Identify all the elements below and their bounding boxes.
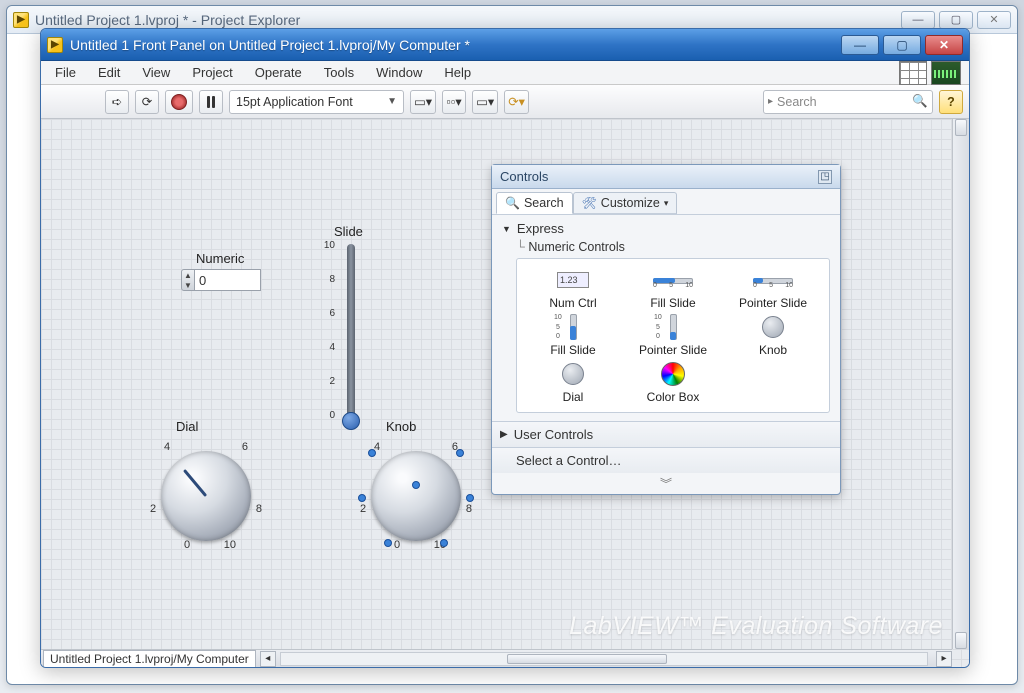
maximize-button[interactable]: ▢ <box>883 35 921 55</box>
minimize-button[interactable]: — <box>841 35 879 55</box>
palette-section-express[interactable]: ▼ Express <box>502 221 830 236</box>
selection-handle[interactable] <box>412 481 420 489</box>
slide-label: Slide <box>334 224 363 239</box>
knob-control[interactable]: 0 2 4 6 8 10 <box>346 439 486 549</box>
numeric-spinner[interactable]: ▲▼ <box>181 269 195 291</box>
palette-item-color-box[interactable]: Color Box <box>625 361 721 404</box>
connector-pane-icon[interactable] <box>899 61 927 85</box>
menu-tools[interactable]: Tools <box>314 63 364 82</box>
search-placeholder: Search <box>777 95 817 109</box>
palette-item-num-ctrl[interactable]: 1.23 Num Ctrl <box>525 267 621 310</box>
palette-item-dial[interactable]: Dial <box>525 361 621 404</box>
minimize-button[interactable]: — <box>901 11 935 29</box>
front-panel-title: Untitled 1 Front Panel on Untitled Proje… <box>70 37 834 53</box>
controls-palette[interactable]: Controls ◳ 🔍 Search 🛠 Customize ▾ ▼ Expr… <box>491 164 841 495</box>
close-button[interactable]: ✕ <box>925 35 963 55</box>
front-panel-titlebar: ▶ Untitled 1 Front Panel on Untitled Pro… <box>41 29 969 61</box>
search-icon: 🔍 <box>912 94 928 109</box>
selection-handle[interactable] <box>384 539 392 547</box>
numeric-value[interactable]: 0 <box>195 269 261 291</box>
numeric-control[interactable]: ▲▼ 0 <box>181 269 261 291</box>
align-objects-button[interactable]: ▭▾ <box>410 90 436 114</box>
maximize-button[interactable]: ▢ <box>939 11 973 29</box>
bottom-tab[interactable]: Untitled Project 1.lvproj/My Computer <box>43 650 256 668</box>
menu-view[interactable]: View <box>132 63 180 82</box>
front-panel-window: ▶ Untitled 1 Front Panel on Untitled Pro… <box>40 28 970 668</box>
labview-icon: ▶ <box>47 37 63 53</box>
distribute-objects-button[interactable]: ▫▫▾ <box>442 90 466 114</box>
close-button[interactable]: ✕ <box>977 11 1011 29</box>
selection-handle[interactable] <box>368 449 376 457</box>
palette-header[interactable]: Controls ◳ <box>492 165 840 189</box>
vertical-scrollbar[interactable] <box>952 119 969 649</box>
pause-button[interactable] <box>199 90 223 114</box>
watermark: LabVIEW™ Evaluation Software <box>569 612 943 641</box>
abort-button[interactable] <box>165 90 193 114</box>
palette-select-control[interactable]: Select a Control… <box>492 447 840 473</box>
slide-tick: 10 <box>321 240 335 251</box>
dial-label: Dial <box>176 419 198 434</box>
palette-search-tab[interactable]: 🔍 Search <box>496 192 573 214</box>
palette-item-knob[interactable]: Knob <box>725 314 821 357</box>
run-continuously-button[interactable]: ⟳ <box>135 90 159 114</box>
palette-expand-icon[interactable]: ︾ <box>492 473 840 494</box>
palette-subsection-numeric: └ Numeric Controls <box>502 240 830 254</box>
run-button[interactable]: ➪ <box>105 90 129 114</box>
palette-title: Controls <box>500 169 548 184</box>
horizontal-scrollbar[interactable]: Untitled Project 1.lvproj/My Computer ◂ … <box>41 649 952 667</box>
selection-handle[interactable] <box>440 539 448 547</box>
palette-item-pointer-slide-h[interactable]: 0510 Pointer Slide <box>725 267 821 310</box>
selection-handle[interactable] <box>358 494 366 502</box>
slide-tick: 2 <box>321 376 335 387</box>
scroll-thumb[interactable] <box>507 654 667 664</box>
toolbar: ➪ ⟳ 15pt Application Font ▼ ▭▾ ▫▫▾ ▭▾ ⟳▾… <box>41 85 969 119</box>
menu-operate[interactable]: Operate <box>245 63 312 82</box>
search-box[interactable]: ▸ Search 🔍 <box>763 90 933 114</box>
front-panel-canvas[interactable]: Numeric ▲▼ 0 Slide 10 8 6 4 2 0 Dial <box>41 119 969 667</box>
selection-handle[interactable] <box>466 494 474 502</box>
menu-edit[interactable]: Edit <box>88 63 130 82</box>
palette-item-pointer-slide-v[interactable]: 1050 Pointer Slide <box>625 314 721 357</box>
reorder-button[interactable]: ⟳▾ <box>504 90 529 114</box>
dial-control[interactable]: 0 2 4 6 8 10 <box>136 439 276 549</box>
wrench-icon: 🛠 <box>582 196 597 210</box>
menu-bar: File Edit View Project Operate Tools Win… <box>41 61 969 85</box>
menu-help[interactable]: Help <box>434 63 481 82</box>
project-explorer-title: Untitled Project 1.lvproj * - Project Ex… <box>35 12 895 28</box>
slide-tick: 6 <box>321 308 335 319</box>
slide-control[interactable]: 10 8 6 4 2 0 <box>339 244 363 424</box>
palette-item-fill-slide-h[interactable]: 0510 Fill Slide <box>625 267 721 310</box>
palette-pin-icon[interactable]: ◳ <box>818 170 832 184</box>
numeric-label: Numeric <box>196 251 244 266</box>
scroll-left-button[interactable]: ◂ <box>260 651 276 667</box>
labview-icon: ▶ <box>13 12 29 28</box>
slide-thumb[interactable] <box>342 412 360 430</box>
menu-project[interactable]: Project <box>182 63 242 82</box>
palette-grid: 1.23 Num Ctrl 0510 Fill Slide 0510 Point… <box>516 258 830 413</box>
font-selector[interactable]: 15pt Application Font ▼ <box>229 90 404 114</box>
palette-customize-tab[interactable]: 🛠 Customize ▾ <box>573 192 678 214</box>
font-selector-label: 15pt Application Font <box>236 95 353 109</box>
scroll-right-button[interactable]: ▸ <box>936 651 952 667</box>
search-icon: 🔍 <box>505 196 520 210</box>
palette-item-fill-slide-v[interactable]: 1050 Fill Slide <box>525 314 621 357</box>
slide-tick: 0 <box>321 410 335 421</box>
resize-objects-button[interactable]: ▭▾ <box>472 90 498 114</box>
menu-file[interactable]: File <box>45 63 86 82</box>
slide-tick: 4 <box>321 342 335 353</box>
palette-user-controls[interactable]: ▶User Controls <box>492 421 840 447</box>
vi-icon[interactable] <box>931 61 961 85</box>
slide-tick: 8 <box>321 274 335 285</box>
menu-window[interactable]: Window <box>366 63 432 82</box>
context-help-button[interactable]: ? <box>939 90 963 114</box>
selection-handle[interactable] <box>456 449 464 457</box>
knob-label: Knob <box>386 419 416 434</box>
